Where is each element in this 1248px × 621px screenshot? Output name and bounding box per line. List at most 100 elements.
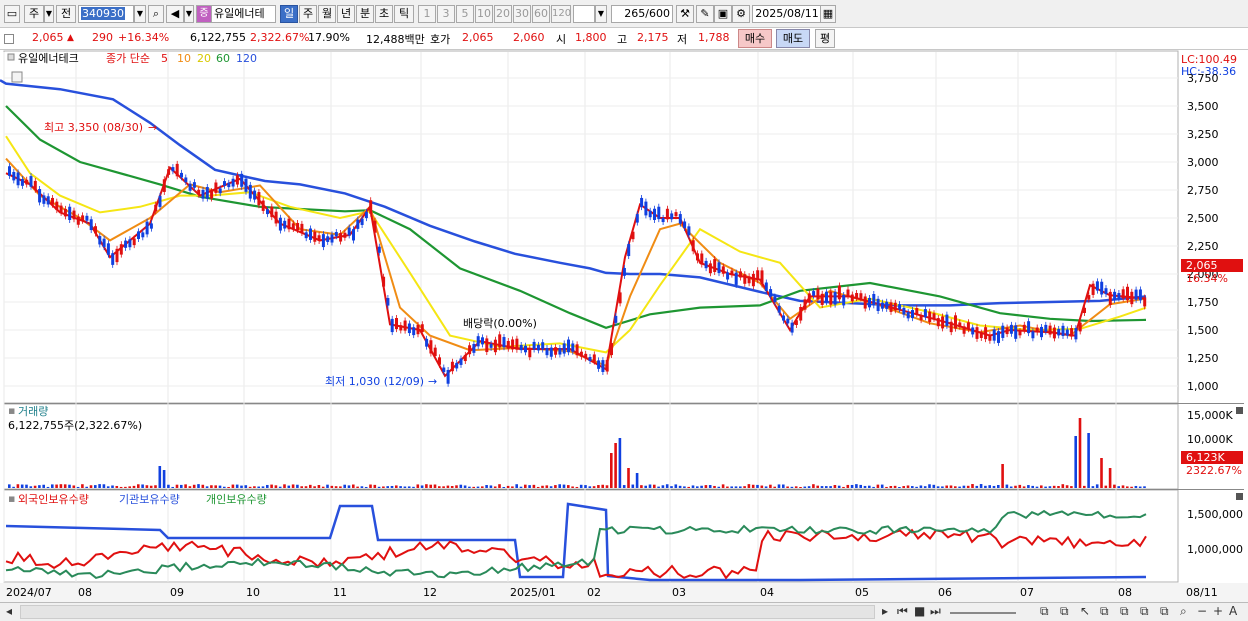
minute-20[interactable]: 20 [494, 5, 512, 23]
search-icon[interactable]: ⌕ [148, 5, 164, 23]
copy-icon[interactable]: ⧉ [1040, 604, 1049, 619]
zoom-out-icon[interactable]: − [1197, 604, 1207, 618]
volume-bar [678, 485, 682, 488]
search-icon[interactable]: ⌕ [1180, 604, 1187, 619]
speaker-icon[interactable]: ◀ [166, 5, 184, 23]
volume-bar [992, 485, 996, 488]
candle [1005, 327, 1009, 335]
close-pane-icon[interactable] [1236, 407, 1243, 414]
last-volume-pct: 2322.67% [1186, 464, 1242, 477]
cursor-icon[interactable]: ↖ [1080, 604, 1090, 618]
scroll-left-icon[interactable]: ◂ [6, 604, 12, 618]
layout-icon[interactable]: ⧉ [1060, 604, 1069, 619]
candle [205, 186, 209, 199]
volume-bar [472, 486, 475, 488]
trade-amount: 12,488백만 [366, 33, 425, 46]
volume-bar [665, 484, 669, 488]
date-input[interactable]: 2025/08/11 [752, 5, 822, 23]
custom-period-input[interactable] [573, 5, 595, 23]
grid-toggle-icon[interactable] [11, 71, 23, 83]
volume-bar [85, 486, 88, 488]
volume-bar [928, 484, 931, 488]
custom-dropdown-icon[interactable]: ▼ [595, 5, 607, 23]
volume-bar [829, 486, 832, 488]
minute-30[interactable]: 30 [513, 5, 531, 23]
sell-button[interactable]: 매도 [776, 29, 810, 48]
minute-1[interactable]: 1 [418, 5, 436, 23]
period-second[interactable]: 초 [375, 5, 393, 23]
ma-label: 종가 단순 [106, 52, 150, 65]
scroll-right-icon[interactable]: ▸ [882, 604, 888, 618]
tile-icon[interactable]: ⧉ [1120, 604, 1129, 619]
avg-button[interactable]: 평 [815, 29, 835, 48]
zoom-in-icon[interactable]: + [1213, 604, 1223, 618]
volume-bar [111, 485, 114, 488]
volume-bar [782, 484, 785, 488]
chevron-down-icon[interactable]: ▼ [44, 5, 54, 23]
candle [132, 238, 136, 246]
scrollbar[interactable] [20, 605, 875, 619]
period-year[interactable]: 년 [337, 5, 355, 23]
volume-bar [356, 486, 359, 488]
volume-bar [55, 484, 58, 488]
calendar-icon[interactable]: ▦ [820, 5, 836, 23]
minute-120[interactable]: 120 [551, 5, 571, 23]
stop-icon[interactable]: ■ [914, 604, 925, 618]
volume-bar [506, 485, 510, 488]
prev-button[interactable]: 전 [56, 5, 76, 23]
save-icon[interactable]: ▣ [714, 5, 732, 23]
candle [687, 226, 691, 236]
zoom-slider[interactable] [950, 612, 1016, 614]
code-input[interactable]: 340930 [78, 5, 134, 23]
gear-icon[interactable]: ⚙ [732, 5, 750, 23]
candle [1078, 322, 1082, 332]
checkbox-icon[interactable] [4, 34, 14, 44]
volume-bar [962, 485, 966, 488]
minute-60[interactable]: 60 [532, 5, 550, 23]
period-month-label: 월 [321, 7, 333, 20]
minute-5[interactable]: 5 [456, 5, 474, 23]
period-month[interactable]: 월 [318, 5, 336, 23]
code-dropdown-icon[interactable]: ▼ [134, 5, 146, 23]
volume-bar [369, 484, 372, 488]
volume-bar [988, 485, 991, 488]
candle [149, 223, 153, 229]
candle [966, 322, 970, 330]
volume-bar [334, 486, 338, 488]
first-icon[interactable]: ⏮ [897, 604, 908, 619]
volume-bar [270, 484, 273, 488]
candle [407, 323, 411, 334]
period-tick[interactable]: 틱 [394, 5, 414, 23]
candle [326, 236, 330, 242]
market-select[interactable]: 주 [24, 5, 44, 23]
speaker-dropdown-icon[interactable]: ▼ [184, 5, 194, 23]
volume-bar [300, 486, 303, 488]
settings-grid-icon[interactable]: ⚒ [676, 5, 694, 23]
volume-bar [567, 485, 570, 488]
minute-3[interactable]: 3 [437, 5, 455, 23]
buy-button[interactable]: 매수 [738, 29, 772, 48]
window-icon[interactable]: ⧉ [1100, 604, 1109, 619]
auto-icon[interactable]: A [1229, 604, 1237, 618]
candle [704, 260, 708, 269]
tool-icon[interactable]: ✎ [696, 5, 714, 23]
edit-icon[interactable]: ⧉ [1160, 604, 1169, 619]
legend-box-icon[interactable] [7, 53, 15, 61]
volume-bar [708, 485, 712, 488]
volume-bar [223, 486, 226, 488]
candle [1108, 291, 1112, 305]
count-field[interactable]: 265/600 [611, 5, 673, 23]
minute-10[interactable]: 10 [475, 5, 493, 23]
volume-bar [502, 486, 506, 488]
period-week[interactable]: 주 [299, 5, 317, 23]
period-day[interactable]: 일 [280, 5, 298, 23]
badge-label: 증 [199, 8, 209, 19]
last-icon[interactable]: ⏭ [930, 604, 941, 619]
volume-bar [515, 484, 518, 488]
close-pane-icon[interactable] [1236, 493, 1243, 500]
candle [648, 210, 652, 218]
period-minute[interactable]: 분 [356, 5, 374, 23]
window-icon[interactable]: ▭ [4, 5, 20, 23]
chart-area[interactable]: 유일에너테크 종가 단순 5 10 20 60 120 LC:100.49 HC… [0, 50, 1248, 602]
screen-icon[interactable]: ⧉ [1140, 604, 1149, 619]
